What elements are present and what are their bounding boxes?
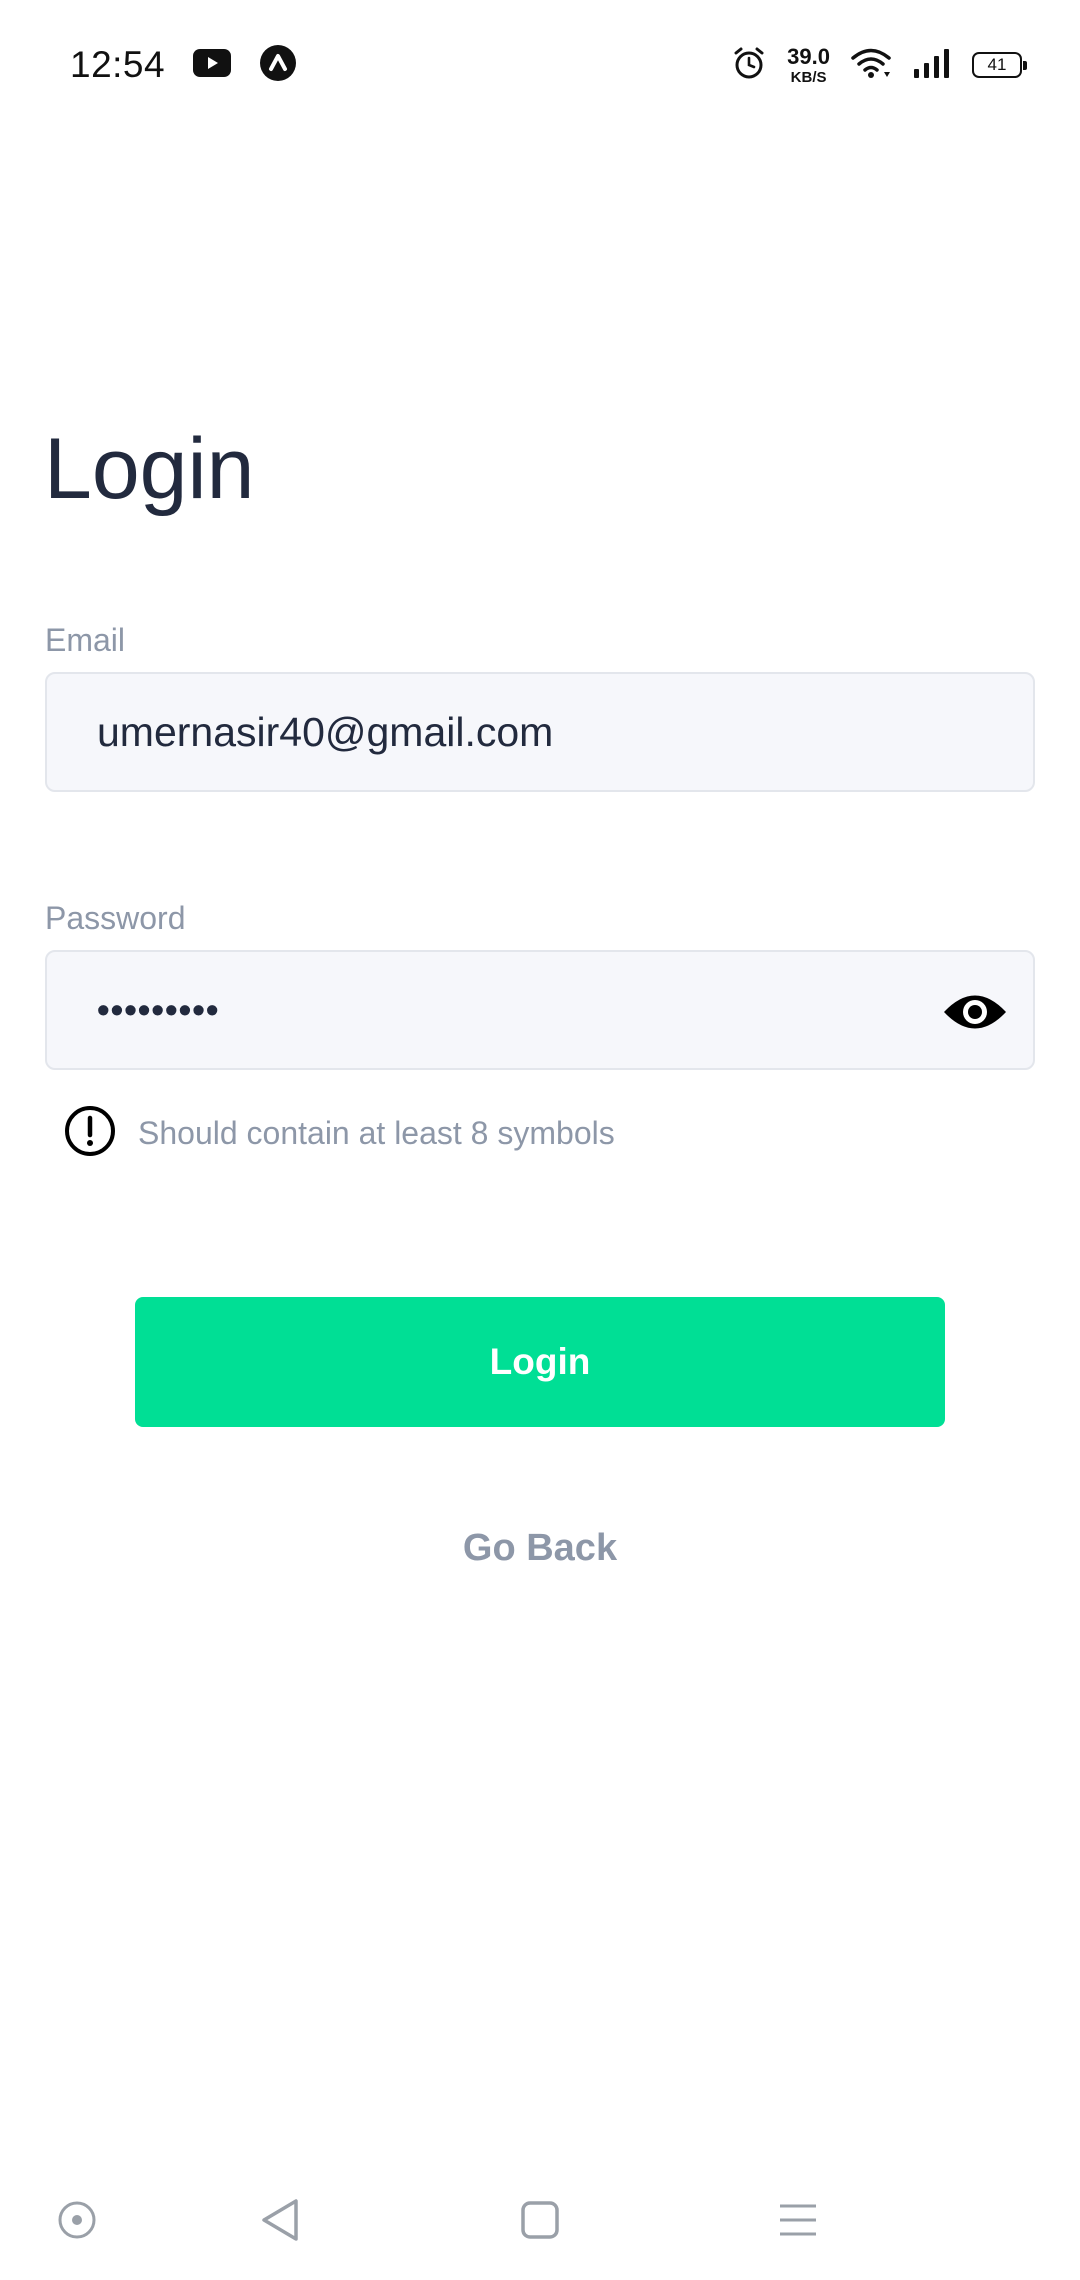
login-button[interactable]: Login <box>135 1297 945 1427</box>
battery-icon: 41 <box>972 52 1027 78</box>
status-bar: 12:54 39.0 KB/S 41 <box>0 0 1080 130</box>
signal-icon <box>912 47 952 84</box>
show-password-eye-icon[interactable] <box>942 984 1008 1040</box>
password-hint-text: Should contain at least 8 symbols <box>138 1115 615 1151</box>
menu-icon[interactable] <box>768 2190 828 2250</box>
home-circle-icon[interactable] <box>47 2190 107 2250</box>
youtube-icon <box>193 48 232 82</box>
password-value: ••••••••• <box>97 989 220 1030</box>
page-title: Login <box>44 421 255 517</box>
login-screen: 12:54 39.0 KB/S 41 Login Email umernasir… <box>0 0 1080 2280</box>
net-speed-value: 39.0 <box>787 43 830 69</box>
app-a-icon <box>259 44 297 87</box>
password-label: Password <box>45 900 186 936</box>
password-field[interactable]: ••••••••• <box>45 950 1035 1070</box>
recents-icon[interactable] <box>510 2190 570 2250</box>
back-icon[interactable] <box>250 2190 310 2250</box>
net-speed-unit: KB/S <box>790 68 827 86</box>
status-time: 12:54 <box>70 44 166 85</box>
system-nav-bar <box>0 2150 1080 2280</box>
net-speed: 39.0 KB/S <box>787 43 830 86</box>
go-back-link[interactable]: Go Back <box>0 1527 1080 1570</box>
alarm-icon <box>731 45 767 86</box>
alert-circle-icon <box>64 1105 116 1162</box>
email-value: umernasir40@gmail.com <box>97 708 554 755</box>
battery-level: 41 <box>987 55 1007 74</box>
email-label: Email <box>45 622 126 658</box>
wifi-icon <box>850 46 892 85</box>
status-left: 12:54 <box>70 44 297 87</box>
status-right: 39.0 KB/S 41 <box>731 43 1027 86</box>
email-field[interactable]: umernasir40@gmail.com <box>45 672 1035 792</box>
password-hint: Should contain at least 8 symbols <box>64 1105 615 1162</box>
